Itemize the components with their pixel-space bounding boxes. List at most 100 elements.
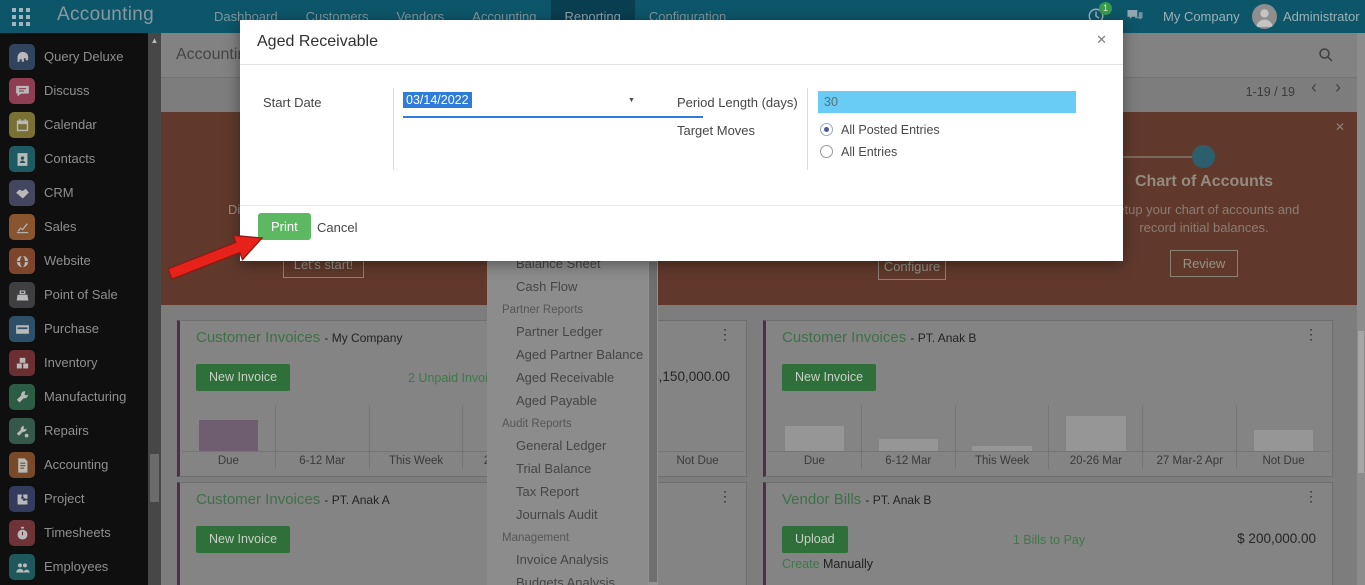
menu-item-cash-flow[interactable]: Cash Flow xyxy=(487,276,648,299)
card-title[interactable]: Customer Invoices - PT. Anak A xyxy=(196,491,390,508)
chart-bar[interactable] xyxy=(1254,430,1313,452)
sidebar-item-label: Sales xyxy=(44,210,77,244)
sidebar-item-inventory[interactable]: Inventory xyxy=(0,346,148,380)
sidebar-item-employees[interactable]: Employees xyxy=(0,550,148,584)
sidebar-item-query-deluxe[interactable]: Query Deluxe xyxy=(0,40,148,74)
sidebar-item-accounting[interactable]: Accounting xyxy=(0,448,148,482)
apps-grid-icon[interactable] xyxy=(12,8,30,31)
period-length-input[interactable] xyxy=(818,91,1076,113)
puzzle-icon xyxy=(9,486,35,512)
banner-close-icon[interactable]: ✕ xyxy=(1335,120,1345,134)
sidebar-item-label: Manufacturing xyxy=(44,380,126,414)
radio-all-entries[interactable] xyxy=(820,145,833,158)
sidebar-scrollbar[interactable]: ▲ xyxy=(148,33,161,585)
menu-section-partner-reports: Partner Reports xyxy=(487,299,648,322)
new-invoice-button[interactable]: New Invoice xyxy=(196,526,290,553)
sidebar-item-repairs[interactable]: Repairs xyxy=(0,414,148,448)
window-scrollbar[interactable] xyxy=(1357,33,1365,585)
radio-label-all-entries[interactable]: All Entries xyxy=(841,145,897,159)
card-title[interactable]: Customer Invoices - PT. Anak B xyxy=(782,329,976,346)
menu-item-aged-partner-balance[interactable]: Aged Partner Balance xyxy=(487,344,648,367)
create-manually[interactable]: Create Manually xyxy=(782,557,873,571)
window-scrollbar-thumb[interactable] xyxy=(1358,331,1364,473)
sidebar-item-project[interactable]: Project xyxy=(0,482,148,516)
user-avatar[interactable] xyxy=(1252,4,1277,29)
stopwatch-icon xyxy=(9,520,35,546)
kebab-menu-icon[interactable]: ⋮ xyxy=(1304,326,1318,343)
chart-column-due[interactable]: Due xyxy=(768,405,862,469)
kebab-menu-icon[interactable]: ⋮ xyxy=(718,326,732,343)
card-title[interactable]: Customer Invoices - My Company xyxy=(196,329,402,346)
chart-column-6-12-mar[interactable]: 6-12 Mar xyxy=(276,405,370,469)
chart-column-not-due[interactable]: Not Due xyxy=(1237,405,1330,469)
menu-item-tax-report[interactable]: Tax Report xyxy=(487,481,648,504)
menu-item-general-ledger[interactable]: General Ledger xyxy=(487,435,648,458)
new-invoice-button[interactable]: New Invoice xyxy=(782,364,876,391)
chart-column-due[interactable]: Due xyxy=(182,405,276,469)
chart-column-not-due[interactable]: Not Due xyxy=(651,405,744,469)
datepicker-caret-icon[interactable]: ▼ xyxy=(628,97,635,104)
card-title[interactable]: Vendor Bills - PT. Anak B xyxy=(782,491,931,508)
chart-axis-line xyxy=(768,451,1330,452)
scroll-up-icon[interactable]: ▲ xyxy=(148,36,161,45)
dialog-title: Aged Receivable xyxy=(257,33,378,51)
activity-count-badge: 1 xyxy=(1099,2,1112,15)
search-icon[interactable] xyxy=(1317,46,1335,69)
dialog-close-icon[interactable]: ✕ xyxy=(1096,32,1107,48)
sidebar-item-website[interactable]: Website xyxy=(0,244,148,278)
chart-bar[interactable] xyxy=(785,426,844,452)
radio-label-all-posted[interactable]: All Posted Entries xyxy=(841,123,940,137)
sidebar-item-calendar[interactable]: Calendar xyxy=(0,108,148,142)
aged-receivable-dialog: Aged Receivable ✕ Start Date 03/14/2022 … xyxy=(240,20,1123,261)
pager-next-icon[interactable]: › xyxy=(1335,77,1341,98)
menu-item-trial-balance[interactable]: Trial Balance xyxy=(487,458,648,481)
sidebar-item-purchase[interactable]: Purchase xyxy=(0,312,148,346)
onboarding-step-dot[interactable] xyxy=(1192,145,1215,168)
sidebar-item-timesheets[interactable]: Timesheets xyxy=(0,516,148,550)
kebab-menu-icon[interactable]: ⋮ xyxy=(1304,488,1318,505)
new-invoice-button[interactable]: New Invoice xyxy=(196,364,290,391)
user-menu[interactable]: Administrator xyxy=(1283,0,1360,33)
sidebar-scrollbar-thumb[interactable] xyxy=(150,454,159,502)
chart-column-this-week[interactable]: This Week xyxy=(370,405,464,469)
sidebar-item-label: Employees xyxy=(44,550,108,584)
menu-item-invoice-analysis[interactable]: Invoice Analysis xyxy=(487,549,648,572)
sidebar-item-label: Repairs xyxy=(44,414,89,448)
radio-all-posted-entries[interactable] xyxy=(820,123,833,136)
review-button[interactable]: Review xyxy=(1170,250,1239,277)
chart-column-20-26-mar[interactable]: 20-26 Mar xyxy=(1049,405,1143,469)
dashboard-card-customer-invoices-anak-a: Customer Invoices - PT. Anak A ⋮ New Inv… xyxy=(177,482,747,585)
chart-column-this-week[interactable]: This Week xyxy=(956,405,1050,469)
dropdown-scrollbar-thumb[interactable] xyxy=(649,262,657,582)
menu-item-budgets-analysis[interactable]: Budgets Analysis xyxy=(487,572,648,585)
radio-dot xyxy=(824,127,829,132)
menu-item-journals-audit[interactable]: Journals Audit xyxy=(487,504,648,527)
invoices-bar-chart[interactable]: Due6-12 MarThis Week20-26 Mar27 Mar-2 Ap… xyxy=(182,405,744,469)
sidebar-item-discuss[interactable]: Discuss xyxy=(0,74,148,108)
cancel-button[interactable]: Cancel xyxy=(317,220,357,235)
sidebar-item-manufacturing[interactable]: Manufacturing xyxy=(0,380,148,414)
chart-bar[interactable] xyxy=(1066,416,1125,452)
start-date-input[interactable]: 03/14/2022 xyxy=(403,92,472,108)
chart-column-6-12-mar[interactable]: 6-12 Mar xyxy=(862,405,956,469)
menu-item-partner-ledger[interactable]: Partner Ledger xyxy=(487,321,648,344)
chart-bar[interactable] xyxy=(199,420,258,452)
pager-prev-icon[interactable]: ‹ xyxy=(1311,77,1317,98)
menu-item-aged-receivable[interactable]: Aged Receivable xyxy=(487,367,648,390)
sidebar-item-sales[interactable]: Sales xyxy=(0,210,148,244)
company-switcher[interactable]: My Company xyxy=(1163,0,1240,33)
menu-item-aged-payable[interactable]: Aged Payable xyxy=(487,390,648,413)
card-amount: $ 200,000.00 xyxy=(1237,531,1316,546)
invoices-bar-chart[interactable]: Due6-12 MarThis Week20-26 Mar27 Mar-2 Ap… xyxy=(768,405,1330,469)
sidebar-item-label: Contacts xyxy=(44,142,95,176)
app-title: Accounting xyxy=(57,4,154,26)
sidebar-item-point-of-sale[interactable]: Point of Sale xyxy=(0,278,148,312)
menu-section-management: Management xyxy=(487,527,648,550)
sidebar-item-contacts[interactable]: Contacts xyxy=(0,142,148,176)
sidebar-item-crm[interactable]: CRM xyxy=(0,176,148,210)
dropdown-scrollbar[interactable] xyxy=(648,236,658,585)
create-link[interactable]: Create xyxy=(782,557,820,571)
chart-column-27-mar-2-apr[interactable]: 27 Mar-2 Apr xyxy=(1143,405,1237,469)
kebab-menu-icon[interactable]: ⋮ xyxy=(718,488,732,505)
print-button[interactable]: Print xyxy=(258,213,311,240)
